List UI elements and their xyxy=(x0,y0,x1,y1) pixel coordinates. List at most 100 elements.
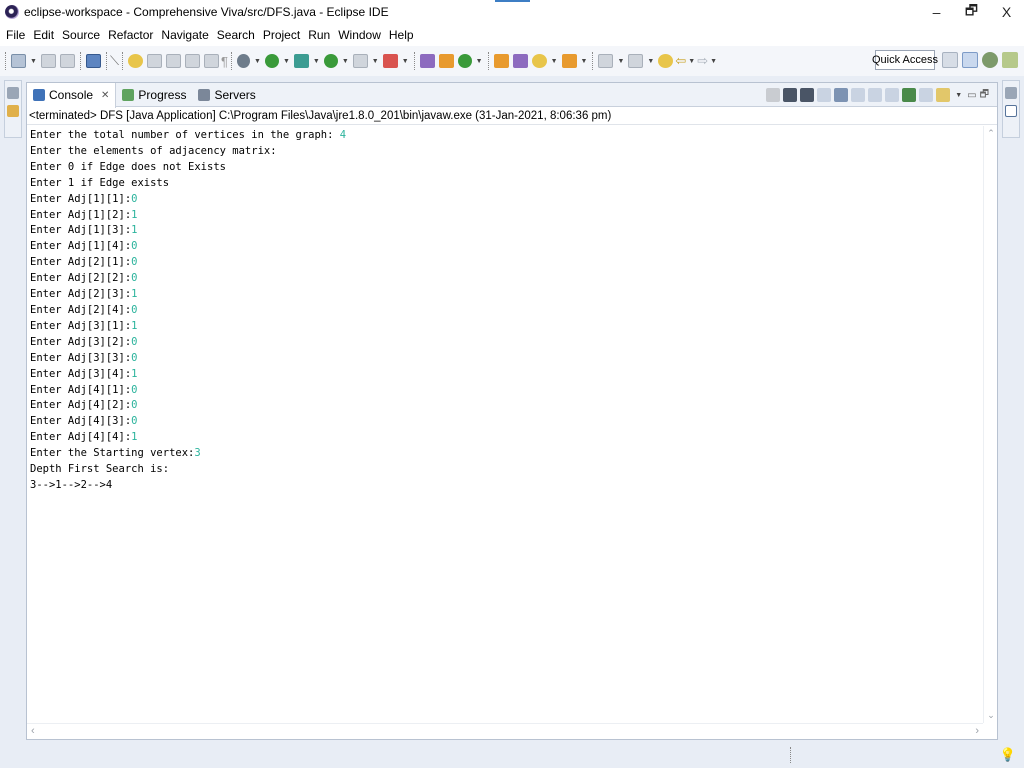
vertical-scrollbar[interactable]: ⌃ ⌄ xyxy=(983,126,997,723)
console-output-text: Enter Adj[2][3]: xyxy=(30,288,132,301)
horizontal-scrollbar[interactable]: ‹ › xyxy=(27,723,983,739)
tab-servers[interactable]: Servers xyxy=(192,83,261,107)
new-java-project-icon[interactable] xyxy=(419,54,435,68)
open-console-icon[interactable] xyxy=(936,88,951,102)
menu-edit[interactable]: Edit xyxy=(29,28,58,42)
chevron-down-icon[interactable]: ▼ xyxy=(283,58,290,65)
console-output-text: Enter Adj[3][1]: xyxy=(30,319,132,332)
scroll-right-icon[interactable]: › xyxy=(975,725,979,737)
scroll-lock-icon[interactable] xyxy=(834,88,849,102)
chevron-down-icon[interactable]: ▼ xyxy=(372,58,379,65)
chevron-down-icon[interactable]: ▼ xyxy=(402,58,409,65)
chevron-down-icon[interactable]: ▼ xyxy=(581,58,588,65)
menu-project[interactable]: Project xyxy=(259,28,304,42)
skip-breakpoints-icon[interactable]: ⟍ xyxy=(110,51,119,71)
close-icon[interactable]: ✕ xyxy=(101,90,109,101)
chevron-down-icon[interactable]: ▼ xyxy=(955,92,962,99)
debug-perspective-icon[interactable] xyxy=(982,52,998,68)
show-whitespace-icon[interactable] xyxy=(185,54,201,68)
minimize-view-icon[interactable]: ▭ xyxy=(967,90,976,101)
chevron-down-icon[interactable]: ▼ xyxy=(710,58,717,65)
run-icon[interactable] xyxy=(264,54,279,68)
previous-annotation-icon[interactable] xyxy=(628,54,644,68)
save-all-icon[interactable] xyxy=(59,54,75,68)
menu-window[interactable]: Window xyxy=(334,28,385,42)
toggle-mark-occurrences-icon[interactable] xyxy=(147,54,163,68)
word-wrap-icon[interactable] xyxy=(204,54,220,68)
menu-source[interactable]: Source xyxy=(58,28,104,42)
java-perspective-icon[interactable] xyxy=(1002,52,1018,68)
scroll-down-icon[interactable]: ⌄ xyxy=(984,710,998,721)
window-title: eclipse-workspace - Comprehensive Viva/s… xyxy=(24,5,389,19)
chevron-down-icon[interactable]: ▼ xyxy=(476,58,483,65)
restore-button[interactable]: 🗗 xyxy=(954,0,989,24)
console-user-input: 0 xyxy=(131,303,138,316)
word-wrap-icon[interactable] xyxy=(851,88,866,102)
console-line: Enter Adj[2][2]:0 xyxy=(30,271,980,287)
show-on-error-icon[interactable] xyxy=(885,88,900,102)
terminal-icon[interactable] xyxy=(85,54,101,68)
display-console-icon[interactable] xyxy=(919,88,934,102)
show-on-output-icon[interactable] xyxy=(868,88,883,102)
open-perspective-icon[interactable] xyxy=(942,52,958,68)
chevron-down-icon[interactable]: ▼ xyxy=(688,58,695,65)
new-class-icon[interactable] xyxy=(457,54,472,68)
restore-icon[interactable] xyxy=(1005,87,1017,99)
menu-refactor[interactable]: Refactor xyxy=(104,28,157,42)
console-user-input: 1 xyxy=(131,367,138,380)
chevron-down-icon[interactable]: ▼ xyxy=(313,58,320,65)
open-folder-icon[interactable] xyxy=(561,54,577,68)
pin-console-icon[interactable] xyxy=(902,88,917,102)
last-edit-location-icon[interactable] xyxy=(658,54,674,68)
search-references-icon[interactable] xyxy=(128,54,144,68)
maximize-view-icon[interactable]: 🗗 xyxy=(980,87,989,104)
chevron-down-icon[interactable]: ▼ xyxy=(617,58,624,65)
tip-bulb-icon[interactable]: 💡 xyxy=(1000,747,1016,763)
new-file-icon[interactable] xyxy=(11,54,26,68)
save-icon[interactable] xyxy=(40,54,56,68)
forward-icon[interactable]: ⇨ xyxy=(697,51,708,71)
outline-icon[interactable] xyxy=(1005,105,1017,117)
toggle-block-selection-icon[interactable] xyxy=(166,54,182,68)
chevron-down-icon[interactable]: ▼ xyxy=(647,58,654,65)
terminate-icon[interactable] xyxy=(766,88,781,102)
chevron-down-icon[interactable]: ▼ xyxy=(254,58,261,65)
menu-search[interactable]: Search xyxy=(213,28,259,42)
remove-launch-icon[interactable] xyxy=(783,88,798,102)
stop-icon[interactable] xyxy=(352,54,368,68)
java-ee-perspective-icon[interactable] xyxy=(962,52,978,68)
close-button[interactable]: X xyxy=(989,0,1024,24)
tab-console[interactable]: Console ✕ xyxy=(27,82,117,108)
remove-all-terminated-icon[interactable] xyxy=(800,88,815,102)
open-task-icon[interactable] xyxy=(512,54,528,68)
new-server-icon[interactable] xyxy=(382,54,398,68)
restore-icon[interactable] xyxy=(7,87,19,99)
minimize-button[interactable]: – xyxy=(919,0,954,24)
view-tab-bar: Console ✕ Progress Servers ▼ ▭ 🗗 xyxy=(27,82,997,108)
scroll-left-icon[interactable]: ‹ xyxy=(31,725,35,737)
clear-console-icon[interactable] xyxy=(817,88,832,102)
debug-icon[interactable] xyxy=(237,54,251,68)
external-tools-icon[interactable] xyxy=(323,54,338,68)
search-icon[interactable] xyxy=(531,54,547,68)
console-line: Enter 0 if Edge does not Exists xyxy=(30,160,980,176)
new-package-icon[interactable] xyxy=(438,54,454,68)
menu-navigate[interactable]: Navigate xyxy=(157,28,212,42)
scroll-up-icon[interactable]: ⌃ xyxy=(984,128,998,139)
menu-file[interactable]: File xyxy=(2,28,29,42)
quick-access-field[interactable]: Quick Access xyxy=(872,50,938,70)
back-icon[interactable]: ⇦ xyxy=(675,51,686,71)
chevron-down-icon[interactable]: ▼ xyxy=(551,58,558,65)
next-annotation-icon[interactable] xyxy=(598,54,614,68)
chevron-down-icon[interactable]: ▼ xyxy=(342,58,349,65)
pilcrow-icon[interactable]: ¶ xyxy=(221,51,228,71)
coverage-icon[interactable] xyxy=(293,54,309,68)
chevron-down-icon[interactable]: ▼ xyxy=(30,58,37,65)
package-explorer-icon[interactable] xyxy=(7,105,19,117)
menu-help[interactable]: Help xyxy=(385,28,418,42)
tab-progress[interactable]: Progress xyxy=(116,83,192,107)
console-output[interactable]: Enter the total number of vertices in th… xyxy=(27,126,983,723)
console-line: Enter Adj[1][1]:0 xyxy=(30,192,980,208)
menu-run[interactable]: Run xyxy=(304,28,334,42)
open-type-icon[interactable] xyxy=(493,54,509,68)
